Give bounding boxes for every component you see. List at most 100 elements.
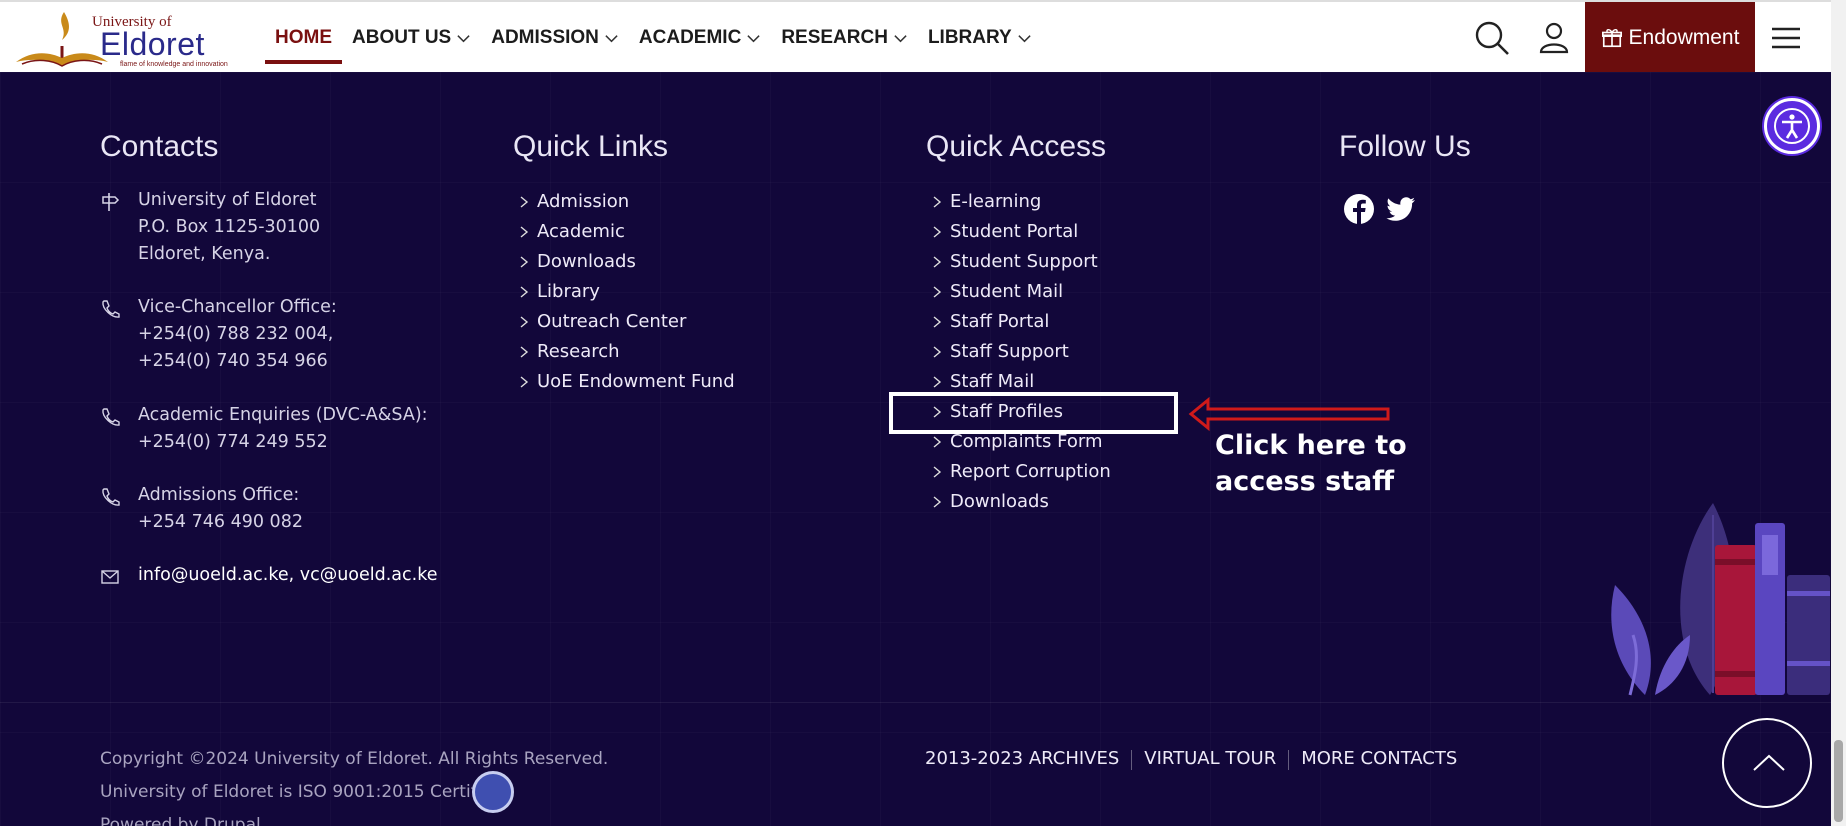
- chevron-right-icon: [933, 346, 942, 358]
- nav-library[interactable]: LIBRARY: [918, 2, 1042, 74]
- nav-label: ADMISSION: [491, 27, 599, 48]
- virtual-tour-link[interactable]: VIRTUAL TOUR: [1144, 748, 1276, 770]
- academic-line[interactable]: +254(0) 774 249 552: [138, 429, 428, 456]
- copyright-text: Copyright ©2024 University of Eldoret. A…: [100, 749, 609, 769]
- staff-profiles-highlight-box: [889, 392, 1178, 434]
- chevron-right-icon: [933, 496, 942, 508]
- page-scrollbar[interactable]: [1831, 0, 1846, 826]
- quick-link-downloads[interactable]: Downloads: [513, 247, 735, 277]
- phone-icon: [102, 408, 120, 426]
- phone-icon: [102, 300, 120, 318]
- link-label: Complaints Form: [950, 431, 1103, 452]
- annotation-line: Click here to: [1215, 430, 1407, 461]
- powered-by-text: Powered by Drupal: [100, 815, 261, 826]
- chevron-right-icon: [520, 226, 529, 238]
- chevron-down-icon: [457, 34, 470, 42]
- address-line: Eldoret, Kenya.: [138, 244, 271, 264]
- archives-link[interactable]: 2013-2023 ARCHIVES: [925, 748, 1119, 770]
- link-label: Outreach Center: [537, 311, 687, 332]
- quick-access-staff-portal[interactable]: Staff Portal: [926, 307, 1111, 337]
- link-separator: [1288, 750, 1290, 770]
- academic-line: Academic Enquiries (DVC-A&SA):: [138, 405, 428, 425]
- quick-access-title: Quick Access: [926, 130, 1107, 163]
- nav-admission[interactable]: ADMISSION: [481, 2, 629, 74]
- envelope-icon: [101, 570, 119, 584]
- hamburger-menu-icon[interactable]: [1766, 20, 1806, 56]
- footer-divider: [0, 702, 1831, 703]
- chevron-right-icon: [520, 346, 529, 358]
- signpost-icon: [102, 193, 120, 211]
- scrollbar-thumb[interactable]: [1834, 740, 1843, 822]
- vc-line: Vice-Chancellor Office:: [138, 297, 337, 317]
- quick-link-admission[interactable]: Admission: [513, 187, 735, 217]
- nav-academic[interactable]: ACADEMIC: [629, 2, 771, 74]
- chevron-right-icon: [933, 436, 942, 448]
- quick-access-student-mail[interactable]: Student Mail: [926, 277, 1111, 307]
- follow-us-title: Follow Us: [1339, 130, 1471, 163]
- bottom-links: 2013-2023 ARCHIVES VIRTUAL TOUR MORE CON…: [925, 748, 1457, 770]
- admissions-line: Admissions Office:: [138, 485, 300, 505]
- nav-label: ABOUT US: [352, 27, 452, 48]
- quick-access-downloads[interactable]: Downloads: [926, 487, 1111, 517]
- chevron-down-icon: [894, 34, 907, 42]
- quick-link-endowment-fund[interactable]: UoE Endowment Fund: [513, 367, 735, 397]
- iso-badge-icon: [472, 771, 514, 813]
- endowment-label: Endowment: [1628, 26, 1740, 49]
- quick-access-student-portal[interactable]: Student Portal: [926, 217, 1111, 247]
- scroll-to-top-button[interactable]: [1722, 718, 1812, 808]
- nav-about-us[interactable]: ABOUT US: [342, 2, 481, 74]
- logo-tagline: flame of knowledge and innovation: [120, 61, 228, 68]
- contact-academic: Academic Enquiries (DVC-A&SA): +254(0) 7…: [100, 402, 428, 456]
- link-label: E-learning: [950, 191, 1042, 212]
- quick-link-library[interactable]: Library: [513, 277, 735, 307]
- contact-email: info@uoeld.ac.ke, vc@uoeld.ac.ke: [100, 562, 438, 589]
- link-label: Staff Portal: [950, 311, 1050, 332]
- nav-label: LIBRARY: [927, 27, 1012, 48]
- annotation-line: access staff: [1215, 466, 1395, 497]
- accessibility-button[interactable]: [1764, 98, 1820, 154]
- quick-access-staff-support[interactable]: Staff Support: [926, 337, 1111, 367]
- chevron-right-icon: [933, 226, 942, 238]
- email-link[interactable]: info@uoeld.ac.ke, vc@uoeld.ac.ke: [138, 562, 438, 589]
- nav-home[interactable]: HOME: [265, 2, 342, 74]
- quick-link-academic[interactable]: Academic: [513, 217, 735, 247]
- iso-text: University of Eldoret is ISO 9001:2015 C…: [100, 782, 503, 802]
- twitter-icon[interactable]: [1385, 193, 1417, 225]
- search-icon[interactable]: [1472, 18, 1512, 58]
- address-line: University of Eldoret: [138, 190, 317, 210]
- address-line: P.O. Box 1125-30100: [138, 217, 321, 237]
- university-logo[interactable]: University of Eldoret flame of knowledge…: [12, 6, 228, 70]
- link-label: Student Mail: [950, 281, 1064, 302]
- quick-access-list: E-learning Student Portal Student Suppor…: [926, 187, 1111, 517]
- more-contacts-link[interactable]: MORE CONTACTS: [1301, 748, 1457, 770]
- chevron-right-icon: [933, 316, 942, 328]
- nav-research[interactable]: RESEARCH: [771, 2, 918, 74]
- quick-links-list: Admission Academic Downloads Library Out…: [513, 187, 735, 397]
- chevron-right-icon: [520, 286, 529, 298]
- link-label: Report Corruption: [950, 461, 1111, 482]
- quick-links-title: Quick Links: [513, 130, 669, 163]
- nav-label: RESEARCH: [781, 27, 888, 48]
- user-icon[interactable]: [1534, 18, 1574, 58]
- link-label: Student Support: [950, 251, 1098, 272]
- quick-link-research[interactable]: Research: [513, 337, 735, 367]
- nav-label: HOME: [275, 27, 332, 48]
- quick-access-student-support[interactable]: Student Support: [926, 247, 1111, 277]
- chevron-right-icon: [933, 466, 942, 478]
- chevron-right-icon: [933, 196, 942, 208]
- chevron-down-icon: [747, 34, 760, 42]
- chevron-right-icon: [520, 376, 529, 388]
- quick-access-elearning[interactable]: E-learning: [926, 187, 1111, 217]
- facebook-icon[interactable]: [1343, 193, 1375, 225]
- contact-address: University of Eldoret P.O. Box 1125-3010…: [100, 187, 320, 268]
- chevron-right-icon: [933, 376, 942, 388]
- quick-access-report-corruption[interactable]: Report Corruption: [926, 457, 1111, 487]
- vc-line[interactable]: +254(0) 788 232 004,: [138, 321, 337, 348]
- admissions-line[interactable]: +254 746 490 082: [138, 509, 303, 536]
- endowment-button[interactable]: Endowment: [1585, 2, 1755, 74]
- contact-vc-office: Vice-Chancellor Office: +254(0) 788 232 …: [100, 294, 337, 375]
- link-label: UoE Endowment Fund: [537, 371, 735, 392]
- quick-link-outreach[interactable]: Outreach Center: [513, 307, 735, 337]
- vc-line[interactable]: +254(0) 740 354 966: [138, 348, 337, 375]
- main-nav: HOME ABOUT US ADMISSION ACADEMIC RESEARC…: [265, 2, 1042, 74]
